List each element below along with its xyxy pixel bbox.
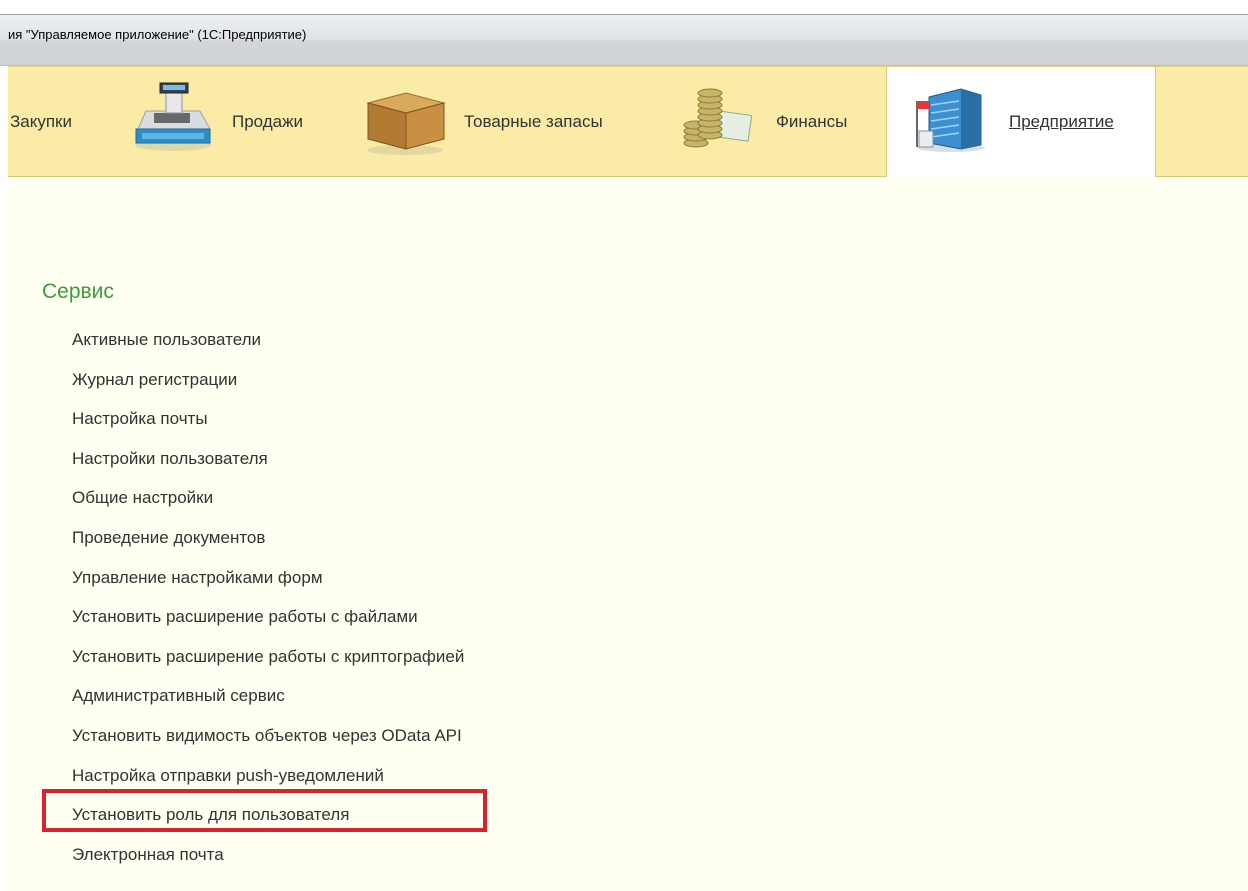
command-post-documents[interactable]: Проведение документов	[72, 525, 464, 565]
section-inventory[interactable]: Товарные запасы	[358, 67, 658, 177]
section-finance[interactable]: Финансы	[680, 67, 880, 177]
section-label: Товарные запасы	[464, 112, 603, 131]
box-icon	[364, 87, 446, 162]
section-sales[interactable]: Продажи	[126, 67, 336, 177]
cash-register-icon	[132, 81, 214, 158]
highlight-frame	[42, 789, 487, 832]
section-label: Предприятие	[1009, 112, 1114, 131]
title-bar: ия "Управляемое приложение" (1С:Предприя…	[0, 14, 1248, 66]
command-email[interactable]: Электронная почта	[72, 842, 464, 882]
section-label: Финансы	[776, 112, 848, 131]
command-install-file-extension[interactable]: Установить расширение работы с файлами	[72, 604, 464, 644]
office-building-icon	[911, 87, 987, 158]
command-user-settings[interactable]: Настройки пользователя	[72, 446, 464, 486]
section-enterprise[interactable]: Предприятие	[886, 67, 1156, 177]
group-title-service: Сервис	[42, 280, 114, 303]
coins-icon	[680, 87, 754, 158]
command-mail-settings[interactable]: Настройка почты	[72, 406, 464, 446]
command-active-users[interactable]: Активные пользователи	[72, 327, 464, 367]
command-event-log[interactable]: Журнал регистрации	[72, 367, 464, 407]
command-general-settings[interactable]: Общие настройки	[72, 485, 464, 525]
section-label: Продажи	[232, 112, 303, 131]
section-purchases[interactable]: Закупки	[8, 67, 118, 177]
sections-panel: Закупки Продажи Товарные запасы Финансы …	[8, 66, 1248, 177]
section-label: Закупки	[10, 112, 72, 131]
command-form-settings[interactable]: Управление настройками форм	[72, 565, 464, 605]
content-area: Сервис Активные пользователи Журнал реги…	[8, 177, 1248, 891]
command-odata-visibility[interactable]: Установить видимость объектов через ODat…	[72, 723, 464, 763]
window-title: ия "Управляемое приложение" (1С:Предприя…	[8, 27, 307, 42]
app-window: ия "Управляемое приложение" (1С:Предприя…	[0, 0, 1248, 891]
command-admin-service[interactable]: Административный сервис	[72, 683, 464, 723]
command-install-crypto-extension[interactable]: Установить расширение работы с криптогра…	[72, 644, 464, 684]
